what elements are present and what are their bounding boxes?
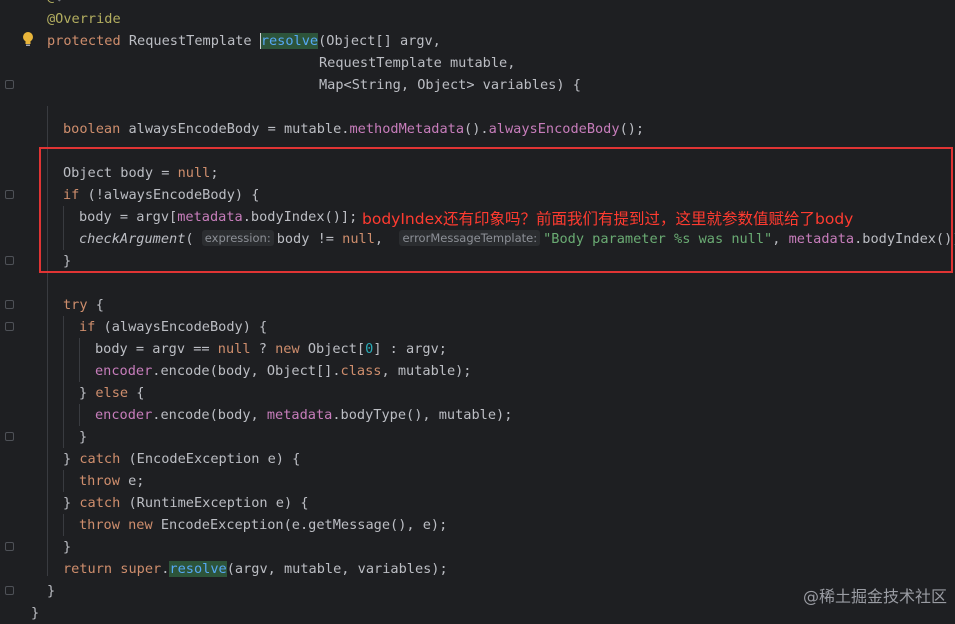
code-line-override: @Override: [47, 8, 121, 30]
param-argv: (Object[] argv,: [318, 33, 441, 49]
watermark: @稀土掘金技术社区: [802, 587, 947, 606]
return-type: RequestTemplate: [128, 33, 252, 49]
method-name-resolve: resolve: [260, 33, 319, 49]
code-line-catch-runtime: } catch (RuntimeException e) {: [63, 495, 309, 511]
code-line-partial: @◇: [47, 0, 63, 8]
code-line-body-ternary: body = argv == null ? new Object[0] : ar…: [95, 341, 447, 357]
code-editor[interactable]: @◇ @Override protected RequestTemplate r…: [0, 0, 955, 621]
code-line-catch-encode: } catch (EncodeException e) {: [63, 451, 301, 467]
code-line-encode-1: encoder.encode(body, Object[].class, mut…: [95, 363, 472, 379]
code-line-try: try {: [63, 297, 104, 313]
code-line-method-signature: protected RequestTemplate resolve(Object…: [47, 30, 441, 52]
override-annotation: @Override: [47, 11, 121, 27]
annotation-note: bodyIndex还有印象吗？前面我们有提到过，这里就参数值赋给了body: [362, 210, 854, 228]
code-line-close-method: }: [47, 583, 56, 599]
code-line-close-try: }: [63, 539, 72, 555]
keyword-protected: protected: [47, 33, 121, 49]
code-line-else: } else {: [79, 385, 145, 401]
code-line-throw-e: throw e;: [79, 473, 145, 489]
code-line-close-class: }: [31, 605, 40, 621]
code-line-if-encode: if (alwaysEncodeBody) {: [79, 319, 268, 335]
code-line-encode-2: encoder.encode(body, metadata.bodyType()…: [95, 407, 513, 423]
code-line-param-variables: Map<String, Object> variables) {: [319, 77, 581, 93]
code-line-param-mutable: RequestTemplate mutable,: [319, 55, 516, 71]
code-line-return: return super.resolve(argv, mutable, vari…: [63, 561, 448, 577]
code-line-throw-new: throw new EncodeException(e.getMessage()…: [79, 517, 448, 533]
code-line-always-encode: boolean alwaysEncodeBody = mutable.metho…: [63, 121, 645, 137]
code-line-close-if2: }: [79, 429, 88, 445]
